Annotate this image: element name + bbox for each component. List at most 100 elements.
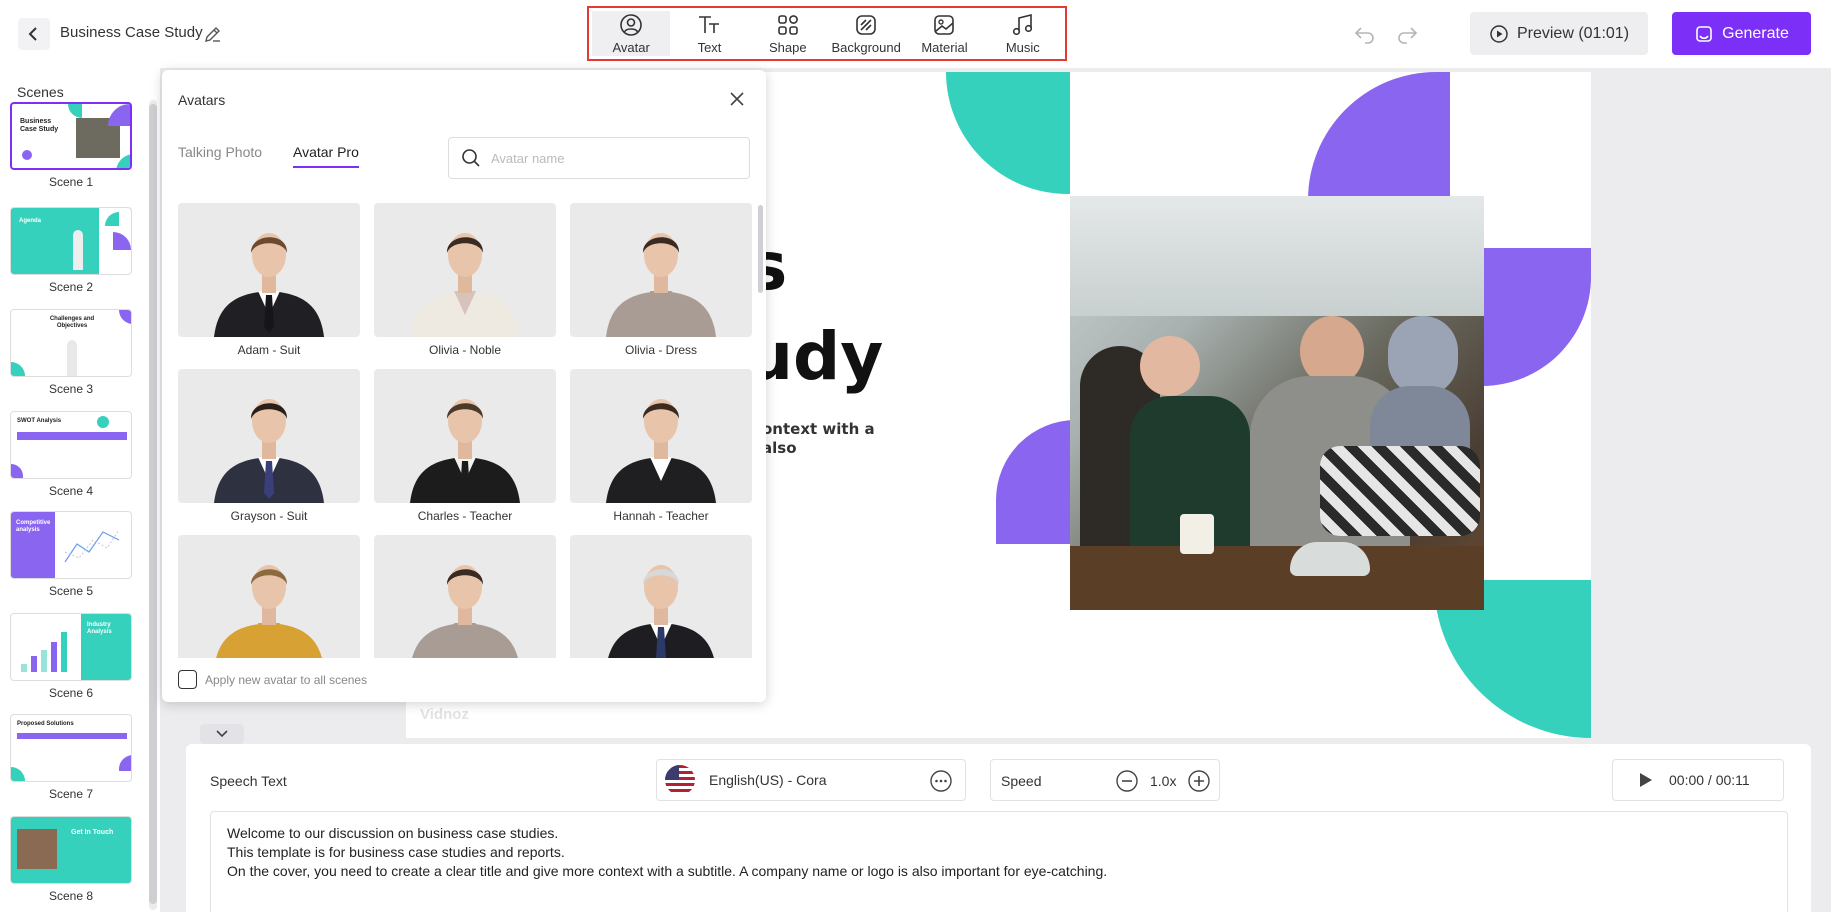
speech-text-area[interactable]: Welcome to our discussion on business ca… — [210, 811, 1788, 912]
avatar-name: Grayson - Suit — [230, 509, 308, 523]
slide-subtitle-line1: ontext with a — [762, 420, 875, 438]
avatar-card[interactable] — [374, 535, 556, 658]
avatar-card[interactable]: Charles - Teacher — [374, 369, 556, 523]
purple-quarter-circle-right — [1482, 248, 1591, 386]
scene-thumb-title: SWOT Analysis — [17, 418, 62, 424]
scene-2[interactable]: Agenda Scene 2 — [10, 207, 132, 294]
avatar-thumbnail — [570, 203, 752, 337]
avatar-card[interactable] — [570, 535, 752, 658]
chevron-down-icon — [216, 730, 228, 738]
scene-4[interactable]: SWOT Analysis Scene 4 — [10, 411, 132, 498]
scenes-scrollbar-thumb[interactable] — [149, 104, 157, 904]
tool-background[interactable]: Background — [827, 11, 905, 56]
minus-circle-icon[interactable] — [1115, 769, 1139, 793]
tool-shape-label: Shape — [769, 40, 807, 55]
close-icon[interactable] — [726, 88, 748, 110]
avatar-thumbnail — [178, 203, 360, 337]
avatar-figure — [216, 565, 322, 658]
undo-icon[interactable] — [1353, 22, 1377, 46]
scene-thumbnail: Get In Touch — [10, 816, 132, 884]
scene-6[interactable]: Industry Analysis Scene 6 — [10, 613, 132, 700]
avatar-figure — [606, 233, 716, 337]
avatar-thumbnail — [570, 369, 752, 503]
scene-8[interactable]: Get In Touch Scene 8 — [10, 816, 132, 903]
speed-label: Speed — [1001, 773, 1042, 789]
generate-button[interactable]: Generate — [1672, 12, 1811, 55]
generate-label: Generate — [1722, 24, 1789, 42]
scene-thumbnail: Competitive analysis — [10, 511, 132, 579]
tool-material-label: Material — [921, 40, 968, 55]
speech-line: This template is for business case studi… — [227, 844, 565, 860]
scene-label: Scene 2 — [48, 280, 94, 294]
plus-circle-icon[interactable] — [1187, 769, 1211, 793]
avatar-card[interactable]: Hannah - Teacher — [570, 369, 752, 523]
preview-button[interactable]: Preview (01:01) — [1470, 12, 1648, 55]
tool-material[interactable]: Material — [905, 11, 983, 56]
tab-talking-photo[interactable]: Talking Photo — [178, 144, 262, 160]
avatar-card[interactable]: Grayson - Suit — [178, 369, 360, 523]
tool-avatar-label: Avatar — [612, 40, 650, 55]
more-options-icon[interactable] — [929, 769, 953, 793]
avatar-card[interactable] — [178, 535, 360, 658]
tool-music[interactable]: Music — [984, 11, 1062, 56]
avatars-panel: Avatars Talking Photo Avatar Pro Adam - … — [162, 70, 766, 702]
avatar-grid-scrollbar[interactable] — [758, 205, 763, 293]
avatar-name: Olivia - Dress — [624, 343, 697, 357]
slide-subtitle-line2: also — [762, 439, 797, 457]
scene-label: Scene 4 — [48, 484, 94, 498]
scene-1[interactable]: Business Case Study Scene 1 — [10, 102, 132, 189]
avatar-search[interactable] — [448, 137, 750, 179]
scene-label: Scene 3 — [48, 382, 94, 396]
speech-time: 00:00 / 00:11 — [1669, 772, 1750, 788]
tool-background-label: Background — [831, 40, 901, 55]
avatars-panel-title: Avatars — [178, 92, 226, 108]
scene-5[interactable]: Competitive analysis Scene 5 — [10, 511, 132, 598]
back-button[interactable] — [18, 18, 50, 50]
avatar-icon — [620, 14, 642, 36]
tool-text[interactable]: Text — [670, 11, 748, 56]
apply-all-scenes-checkbox[interactable] — [178, 670, 197, 689]
scene-thumb-title: Get In Touch — [71, 829, 114, 836]
purple-quarter-circle-left — [996, 420, 1076, 544]
play-icon[interactable] — [1639, 772, 1653, 788]
scene-7[interactable]: Proposed Solutions Scene 7 — [10, 714, 132, 801]
chevron-left-icon — [28, 27, 37, 41]
scene-thumbnail: Industry Analysis — [10, 613, 132, 681]
avatar-thumbnail — [178, 535, 360, 658]
us-flag-icon — [665, 765, 695, 795]
speed-control: Speed 1.0x — [990, 759, 1220, 801]
scene-label: Scene 7 — [48, 787, 94, 801]
avatar-figure — [606, 399, 716, 503]
scene-3[interactable]: Challenges and Objectives Scene 3 — [10, 309, 132, 396]
tool-shape[interactable]: Shape — [749, 11, 827, 56]
project-title: Business Case Study — [60, 24, 203, 41]
tool-music-label: Music — [1005, 40, 1040, 55]
tool-avatar[interactable]: Avatar — [592, 11, 671, 56]
slide-group-photo — [1070, 196, 1484, 610]
avatar-card[interactable]: Olivia - Noble — [374, 203, 556, 357]
music-icon — [1012, 13, 1032, 36]
scenes-label: Scenes — [17, 84, 64, 100]
redo-icon[interactable] — [1395, 22, 1419, 46]
avatar-thumbnail — [178, 369, 360, 503]
tab-avatar-pro[interactable]: Avatar Pro — [293, 144, 359, 168]
avatar-search-input[interactable] — [491, 150, 721, 166]
scene-label: Scene 1 — [48, 175, 94, 189]
scene-label: Scene 5 — [48, 584, 94, 598]
apply-all-scenes-row: Apply new avatar to all scenes — [178, 670, 367, 689]
voice-select[interactable]: English(US) - Cora — [656, 759, 966, 801]
avatar-figure — [214, 233, 324, 337]
collapse-panel-button[interactable] — [200, 724, 244, 744]
canvas-watermark: Vidnoz — [420, 706, 469, 723]
avatar-thumbnail — [374, 369, 556, 503]
speech-text-label: Speech Text — [210, 773, 287, 789]
speech-player: 00:00 / 00:11 — [1612, 759, 1784, 801]
avatar-name: Olivia - Noble — [428, 343, 502, 357]
avatar-card[interactable]: Adam - Suit — [178, 203, 360, 357]
avatar-thumbnail — [374, 203, 556, 337]
scene-thumbnail: Agenda — [10, 207, 132, 275]
pencil-edit-icon[interactable] — [203, 24, 223, 44]
avatar-card[interactable]: Olivia - Dress — [570, 203, 752, 357]
avatar-name: Adam - Suit — [237, 343, 301, 357]
speech-line: Welcome to our discussion on business ca… — [227, 825, 559, 841]
